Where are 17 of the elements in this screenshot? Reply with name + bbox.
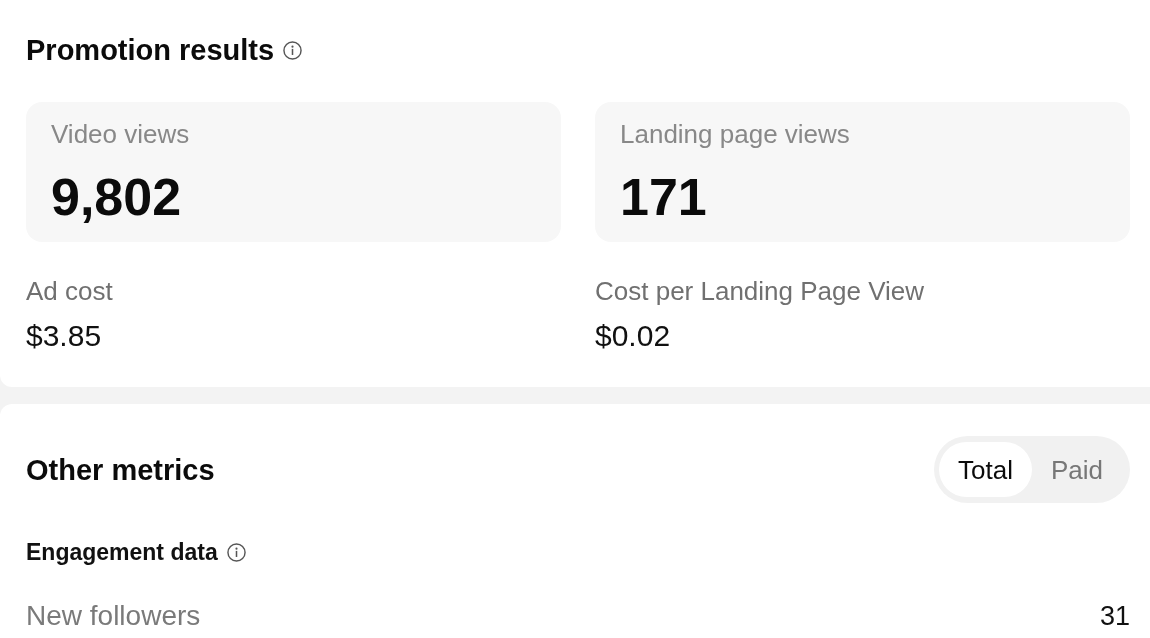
info-icon — [283, 40, 303, 60]
section-title: Other metrics — [26, 452, 215, 488]
info-icon — [226, 542, 246, 562]
stat-value: $0.02 — [595, 318, 671, 354]
stat-label: Cost per Landing Page View — [595, 275, 925, 307]
stat-value: $3.85 — [26, 318, 102, 354]
metric-value: 31 — [1099, 600, 1130, 633]
toggle-tab[interactable]: Paid — [1031, 442, 1122, 497]
metric-label: Landing page views — [620, 118, 851, 150]
metric-value: 171 — [620, 167, 708, 227]
section-title: Promotion results — [26, 33, 275, 68]
stat-label: Ad cost — [26, 275, 113, 307]
metric-label: New followers — [26, 599, 201, 633]
toggle-tab[interactable]: Total — [939, 442, 1032, 497]
metric-label: Video views — [51, 118, 191, 150]
subsection-title: Engagement data — [26, 538, 218, 567]
metric-value: 9,802 — [51, 167, 183, 227]
